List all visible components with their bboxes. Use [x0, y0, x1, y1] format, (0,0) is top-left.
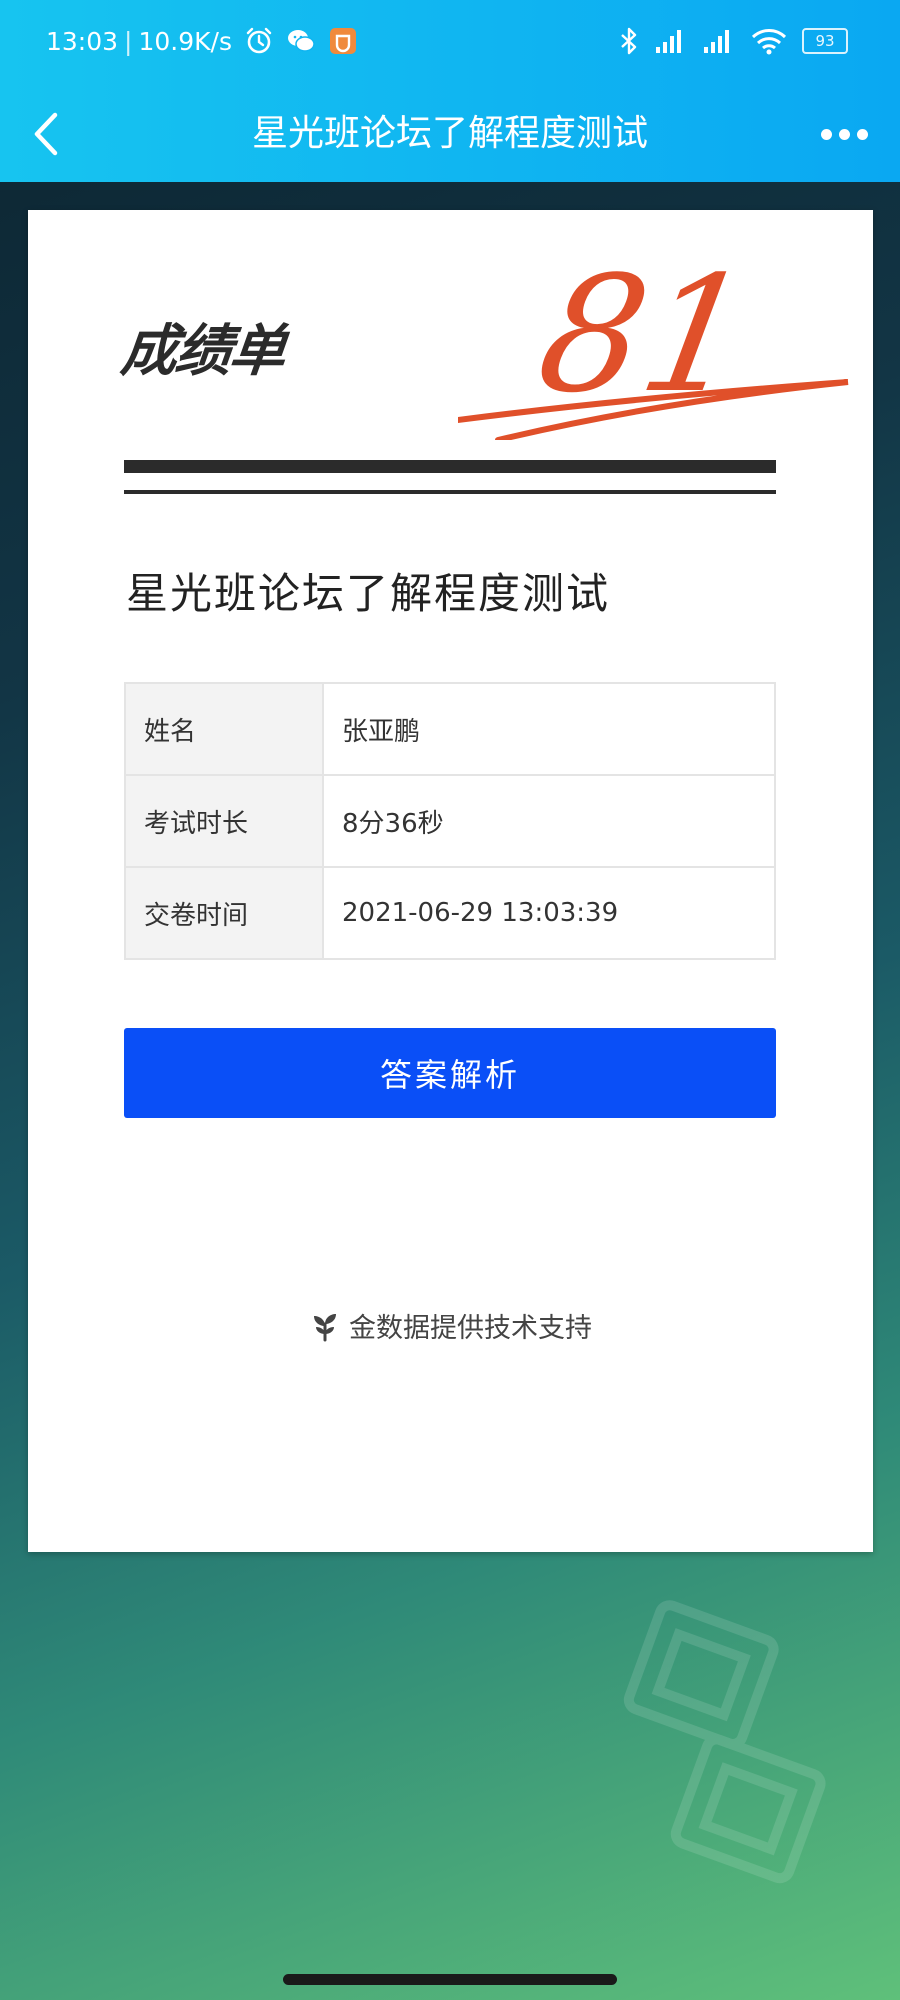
submit-time-value: 2021-06-29 13:03:39 [322, 866, 776, 960]
footer-credit: 金数据提供技术支持 [28, 1306, 873, 1345]
score-mark: 81 [458, 250, 849, 440]
bluetooth-icon [621, 27, 637, 55]
name-label: 姓名 [124, 682, 324, 776]
duration-value: 8分36秒 [322, 774, 776, 868]
app-header: 13:03 | 10.9K/s 93 星光班论坛了解程度测试 [0, 0, 900, 182]
chevron-left-icon [34, 112, 58, 156]
page-title: 星光班论坛了解程度测试 [251, 113, 648, 154]
signal-icon-2 [704, 30, 729, 53]
sprout-icon [314, 1313, 336, 1341]
name-value: 张亚鹏 [322, 682, 776, 776]
status-bar: 13:03 | 10.9K/s 93 [0, 0, 900, 86]
wifi-icon [751, 29, 787, 55]
alarm-icon [246, 27, 272, 54]
status-bar-right: 93 [618, 26, 848, 56]
table-row: 考试时长 8分36秒 [124, 774, 776, 868]
status-time: 13:03 [46, 26, 119, 56]
heading-rule-thick [124, 460, 776, 473]
app-notification-icon [330, 28, 356, 54]
more-options-button[interactable] [808, 102, 880, 166]
report-card: 成绩单 81 星光班论坛了解程度测试 姓名 张亚鹏 考试时长 8分36秒 交卷时… [28, 210, 873, 1552]
signal-icon [656, 30, 681, 53]
back-button[interactable] [14, 102, 78, 166]
battery-icon: 93 [802, 28, 848, 54]
heading-rule-thin [124, 490, 776, 494]
home-indicator[interactable] [283, 1974, 617, 1985]
status-bar-left: 13:03 | 10.9K/s [46, 26, 358, 56]
status-divider: | [124, 26, 133, 56]
table-row: 交卷时间 2021-06-29 13:03:39 [124, 866, 776, 960]
footer-text: 金数据提供技术支持 [349, 1313, 592, 1344]
result-info-table: 姓名 张亚鹏 考试时长 8分36秒 交卷时间 2021-06-29 13:03:… [124, 682, 776, 960]
background-decoration [623, 1600, 826, 1884]
table-row: 姓名 张亚鹏 [124, 682, 776, 776]
more-dots-icon [820, 128, 832, 140]
duration-label: 考试时长 [124, 774, 324, 868]
network-speed: 10.9K/s [138, 26, 232, 56]
report-heading: 成绩单 [118, 319, 287, 384]
answer-analysis-button[interactable]: 答案解析 [124, 1028, 776, 1118]
battery-level: 93 [815, 32, 835, 50]
navigation-bar: 星光班论坛了解程度测试 [0, 86, 900, 182]
wechat-icon [288, 30, 315, 52]
quiz-title: 星光班论坛了解程度测试 [126, 569, 611, 618]
submit-time-label: 交卷时间 [124, 866, 324, 960]
